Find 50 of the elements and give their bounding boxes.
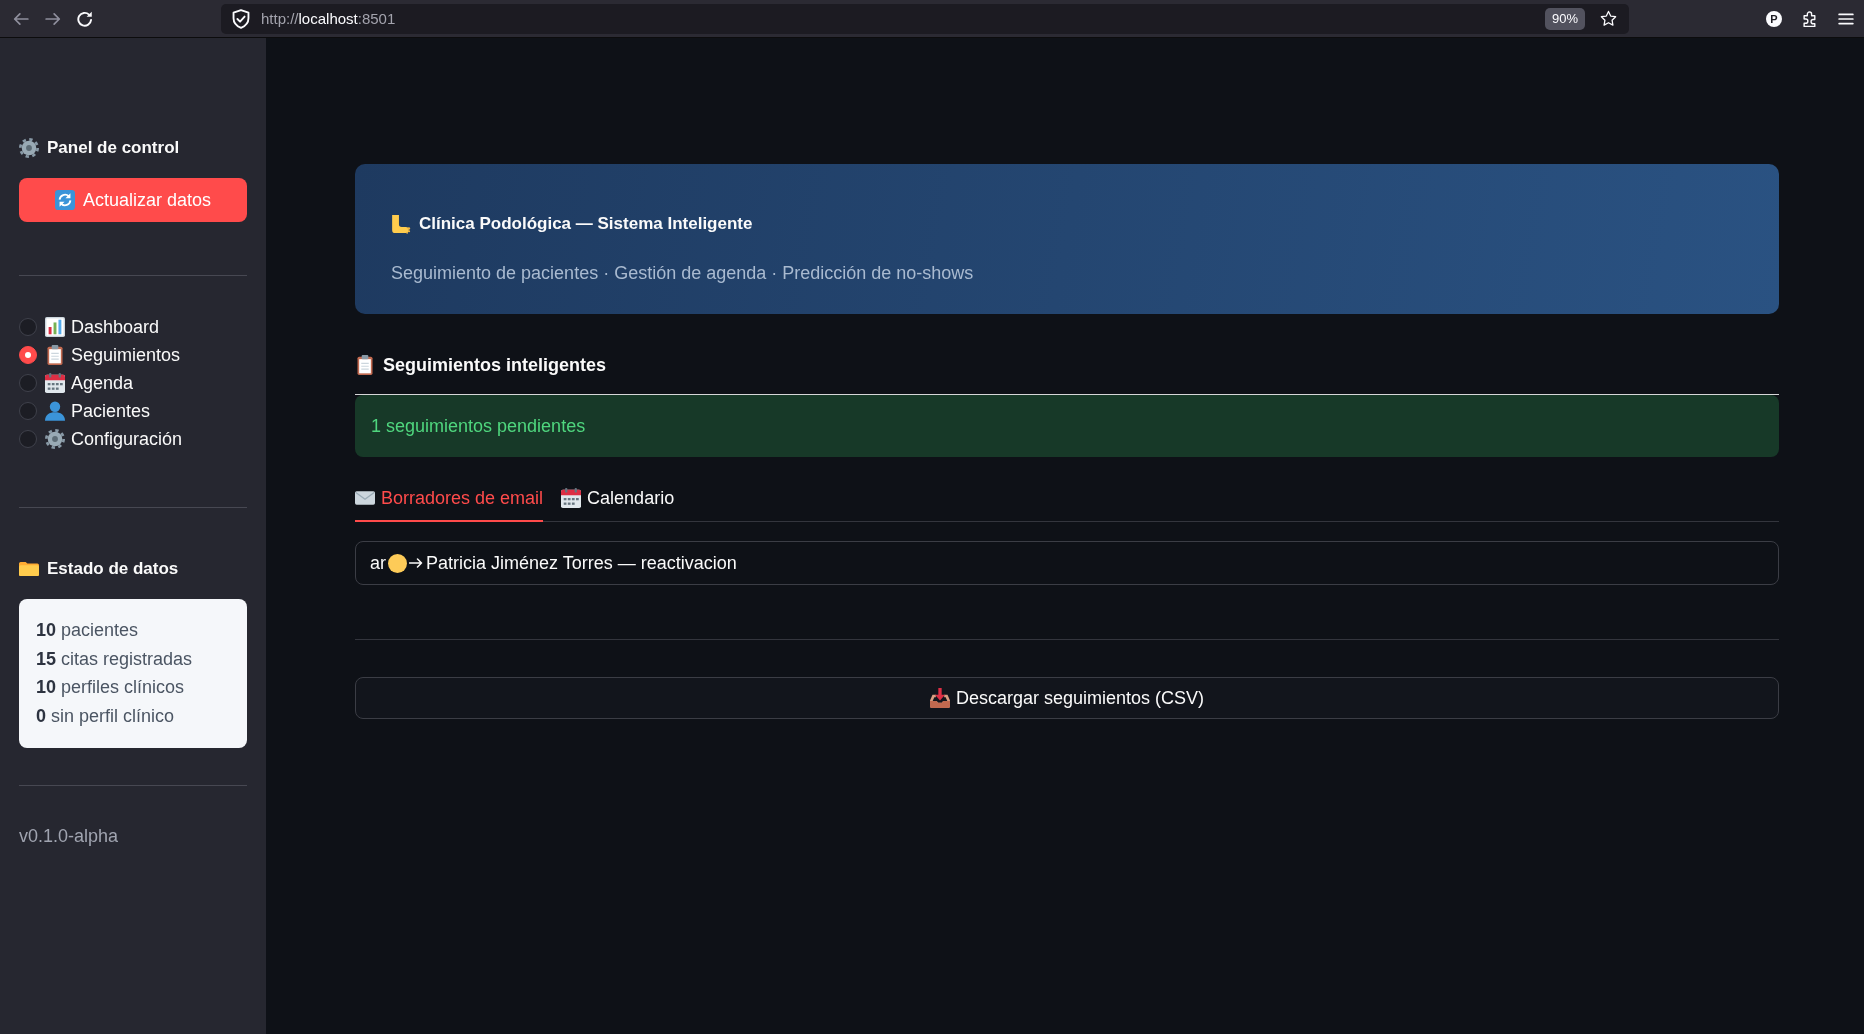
- stat-line: 15 citas registradas: [36, 647, 194, 671]
- zoom-level-button[interactable]: 90%: [1544, 7, 1585, 30]
- tab[interactable]: Borradores de email: [355, 478, 544, 522]
- gear-icon: [45, 429, 65, 449]
- banner-subtitle: Seguimiento de pacientes · Gestión de agenda · Predicción de no-shows: [391, 262, 975, 285]
- section-title: Seguimientos inteligentes: [383, 354, 607, 377]
- foot-icon: [391, 214, 411, 234]
- expander-header[interactable]: ar Patricia Jiménez Torres — reactivacion: [355, 541, 1779, 585]
- clipboard-icon: [355, 355, 375, 375]
- bar-chart-icon: [45, 317, 65, 337]
- radio-button[interactable]: [19, 346, 37, 364]
- address-text[interactable]: http://localhost:8501: [261, 8, 396, 29]
- calendar-icon: [561, 488, 582, 508]
- gear-icon: [19, 138, 39, 158]
- puzzle-piece-icon[interactable]: [1802, 10, 1818, 27]
- nav-option-label[interactable]: Dashboard: [71, 313, 160, 341]
- bookmark-star-icon[interactable]: [1600, 10, 1617, 27]
- stat-line: 10 pacientes: [36, 619, 140, 642]
- sidebar-title: Panel de control: [47, 137, 180, 159]
- download-button[interactable]: Descargar seguimientos (CSV): [355, 677, 1779, 719]
- radio-button[interactable]: [19, 374, 37, 392]
- stat-line: 10 perfiles clínicos: [36, 676, 186, 700]
- shield-icon[interactable]: [231, 8, 251, 29]
- envelope-icon: [355, 488, 375, 508]
- arrow-icon: [409, 558, 423, 568]
- clipboard-icon: [45, 345, 65, 365]
- radio-button[interactable]: [19, 318, 37, 336]
- person-silhouette-icon: [45, 401, 65, 421]
- stat-line: 0 sin perfil clínico: [36, 705, 176, 729]
- clipped-text: ar: [370, 552, 386, 575]
- version-text: v0.1.0-alpha: [19, 824, 120, 848]
- account-avatar[interactable]: P: [1766, 10, 1782, 27]
- sidebar-title: Estado de datos: [47, 558, 179, 580]
- forward-arrow-icon[interactable]: [45, 10, 61, 27]
- radio-button[interactable]: [19, 430, 37, 448]
- circle-icon: [388, 553, 407, 573]
- nav-option-label[interactable]: Pacientes: [71, 397, 151, 425]
- nav-option-label[interactable]: Configuración: [71, 425, 183, 453]
- nav-option-label[interactable]: Seguimientos: [71, 341, 181, 369]
- success-alert: 1 seguimientos pendientes: [355, 395, 1779, 457]
- inbox-tray-icon: [929, 688, 950, 708]
- folder-icon: [19, 559, 39, 579]
- refresh-arrows-icon: [54, 190, 75, 210]
- banner-title: Clínica Podológica — Sistema Inteligente: [419, 213, 753, 235]
- radio-button[interactable]: [19, 402, 37, 420]
- reload-icon[interactable]: [77, 10, 93, 27]
- back-arrow-icon[interactable]: [13, 10, 29, 27]
- nav-option-label[interactable]: Agenda: [71, 369, 134, 397]
- calendar-icon: [45, 373, 65, 393]
- tab[interactable]: Calendario: [561, 478, 675, 522]
